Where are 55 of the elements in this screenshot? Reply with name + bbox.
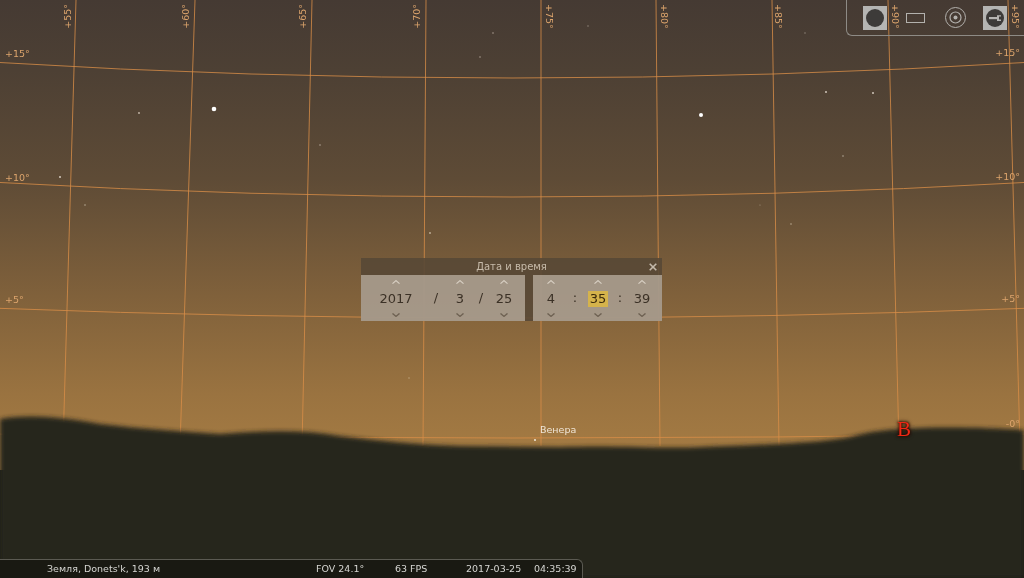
coordinate-label: +65°: [298, 4, 308, 29]
target-icon: [944, 7, 966, 28]
wrench-icon: [986, 8, 1004, 27]
coordinate-label: -0°: [1005, 419, 1020, 429]
number-field[interactable]: 39: [631, 290, 653, 307]
caret-down-icon[interactable]: [500, 313, 508, 317]
planet-label: Венера: [540, 424, 577, 435]
coordinate-label: +60°: [181, 4, 191, 29]
frame-rate-text: 63 FPS: [395, 563, 428, 575]
separator-text: /: [433, 290, 439, 306]
caret-up-icon[interactable]: [392, 280, 400, 284]
toolbar-button[interactable]: [863, 5, 887, 30]
coordinate-label: +5°: [5, 295, 24, 305]
star-dot-icon: [211, 106, 217, 112]
caret-up-icon[interactable]: [456, 280, 464, 284]
coordinate-label: +95°: [1010, 4, 1020, 29]
toolbar-button[interactable]: [943, 5, 967, 30]
number-field[interactable]: 35: [587, 290, 609, 307]
number-field[interactable]: 3: [453, 290, 467, 307]
rectangle-icon: [905, 12, 925, 23]
time-text: 04:35:39: [534, 563, 577, 575]
date-text: 2017-03-25: [466, 563, 522, 575]
coordinate-label: +75°: [544, 4, 554, 29]
coordinate-label: +55°: [63, 4, 73, 29]
location-text: Земля, Donets'k, 193 м: [47, 563, 161, 575]
circle-icon: [866, 8, 884, 27]
caret-down-icon[interactable]: [456, 313, 464, 317]
cardinal-direction-label: В: [897, 419, 911, 440]
caret-up-icon[interactable]: [638, 280, 646, 284]
caret-up-icon[interactable]: [500, 280, 508, 284]
caret-down-icon[interactable]: [594, 313, 602, 317]
coordinate-label: +10°: [995, 172, 1020, 182]
caret-down-icon[interactable]: [392, 313, 400, 317]
star-dot-icon: [699, 113, 703, 117]
field-of-view-text: FOV 24.1°: [316, 563, 365, 575]
separator-text: :: [572, 290, 578, 306]
close-icon[interactable]: [649, 262, 657, 271]
caret-down-icon[interactable]: [638, 313, 646, 317]
coordinate-label: +85°: [773, 4, 783, 29]
caret-down-icon[interactable]: [547, 313, 555, 317]
coordinate-label: +10°: [5, 173, 30, 183]
toolbar-button[interactable]: [983, 5, 1007, 30]
coordinate-label: +5°: [1001, 294, 1020, 304]
coordinate-label: +15°: [5, 49, 30, 59]
dialog-title: Дата и время: [476, 260, 547, 274]
number-field[interactable]: 2017: [377, 290, 415, 307]
separator-text: /: [478, 290, 484, 306]
number-field[interactable]: 25: [493, 290, 515, 307]
coordinate-label: +70°: [412, 4, 422, 29]
separator-text: :: [617, 290, 623, 306]
coordinate-label: +80°: [659, 4, 669, 29]
number-field[interactable]: 4: [544, 290, 558, 307]
coordinate-label: +90°: [890, 4, 900, 29]
caret-up-icon[interactable]: [594, 280, 602, 284]
caret-up-icon[interactable]: [547, 280, 555, 284]
